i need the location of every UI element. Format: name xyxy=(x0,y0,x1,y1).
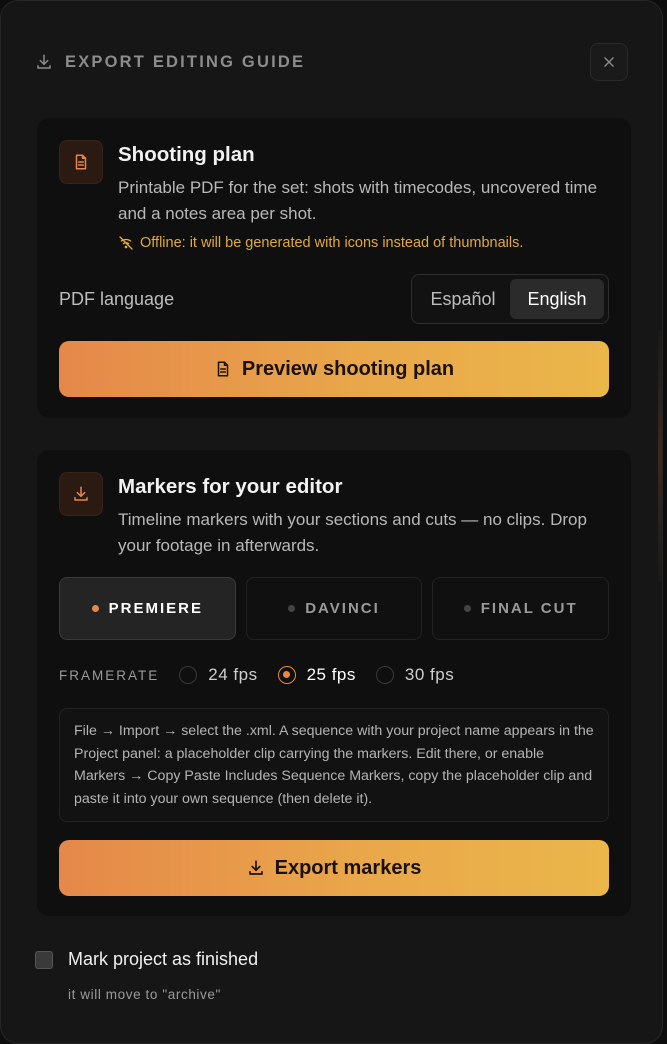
modal-title: EXPORT EDITING GUIDE xyxy=(65,52,306,71)
framerate-24-label: 24 fps xyxy=(208,665,258,684)
mark-finished-row[interactable]: Mark project as finished xyxy=(35,949,258,970)
markers-title: Markers for your editor xyxy=(118,475,343,498)
mark-finished-label: Mark project as finished xyxy=(68,949,259,969)
close-button[interactable] xyxy=(590,43,628,81)
offline-notice: Offline: it will be generated with icons… xyxy=(118,235,523,251)
markers-description: Timeline markers with your sections and … xyxy=(118,510,587,555)
status-dot xyxy=(91,605,99,612)
import-instructions: File → Import → select the .xml. A seque… xyxy=(59,708,609,822)
language-option-en[interactable]: English xyxy=(510,279,604,319)
document-icon xyxy=(75,154,87,170)
tool-final-cut-label: FINAL CUT xyxy=(480,600,578,617)
shooting-plan-card: Shooting plan Printable PDF for the set:… xyxy=(37,118,631,418)
modal-header: EXPORT EDITING GUIDE xyxy=(35,43,628,81)
pdf-language-label: PDF language xyxy=(59,289,175,309)
preview-button-label: Preview shooting plan xyxy=(241,357,455,380)
radio-circle xyxy=(277,666,296,684)
download-icon xyxy=(248,860,263,875)
radio-circle xyxy=(375,666,394,684)
framerate-30-label: 30 fps xyxy=(404,665,455,684)
tool-premiere-label: PREMIERE xyxy=(108,600,204,617)
mark-finished-hint: it will move to "archive" xyxy=(68,987,221,1002)
framerate-label: FRAMERATE xyxy=(59,667,160,683)
framerate-25-label: 25 fps xyxy=(306,665,356,684)
editor-tool-selector: PREMIERE DAVINCI FINAL CUT xyxy=(59,577,610,640)
framerate-24-radio[interactable]: 24 fps xyxy=(179,665,257,685)
language-option-es[interactable]: Español xyxy=(416,279,510,319)
tool-davinci[interactable]: DAVINCI xyxy=(245,577,423,640)
offline-notice-text: Offline: it will be generated with icons… xyxy=(140,235,524,251)
close-icon xyxy=(604,57,614,67)
document-icon xyxy=(217,361,229,377)
framerate-30-radio[interactable]: 30 fps xyxy=(375,665,455,685)
status-dot xyxy=(463,605,471,612)
tool-premiere[interactable]: PREMIERE xyxy=(59,577,236,640)
markers-card: Markers for your editor Timeline markers… xyxy=(37,450,631,916)
status-dot xyxy=(288,605,296,612)
framerate-group: FRAMERATE 24 fps 25 fps 30 fps xyxy=(59,662,474,688)
mark-finished-checkbox[interactable] xyxy=(35,950,53,969)
language-toggle: Español English xyxy=(411,274,609,324)
export-markers-button[interactable]: Export markers xyxy=(59,840,609,896)
tool-davinci-label: DAVINCI xyxy=(305,600,380,617)
export-guide-modal: EXPORT EDITING GUIDE Shooting plan Print… xyxy=(0,0,663,1044)
download-icon xyxy=(74,486,88,501)
edge-strip xyxy=(658,331,662,581)
wifi-off-icon xyxy=(119,236,133,250)
preview-shooting-plan-button[interactable]: Preview shooting plan xyxy=(59,341,609,397)
document-icon-box xyxy=(59,140,103,184)
download-icon-box xyxy=(59,472,103,516)
export-button-label: Export markers xyxy=(274,856,422,879)
tool-final-cut[interactable]: FINAL CUT xyxy=(432,577,610,640)
radio-circle xyxy=(179,666,198,684)
download-icon xyxy=(37,54,51,69)
framerate-25-radio[interactable]: 25 fps xyxy=(277,665,356,685)
shooting-plan-description: Printable PDF for the set: shots with ti… xyxy=(118,178,598,223)
shooting-plan-title: Shooting plan xyxy=(118,143,255,166)
